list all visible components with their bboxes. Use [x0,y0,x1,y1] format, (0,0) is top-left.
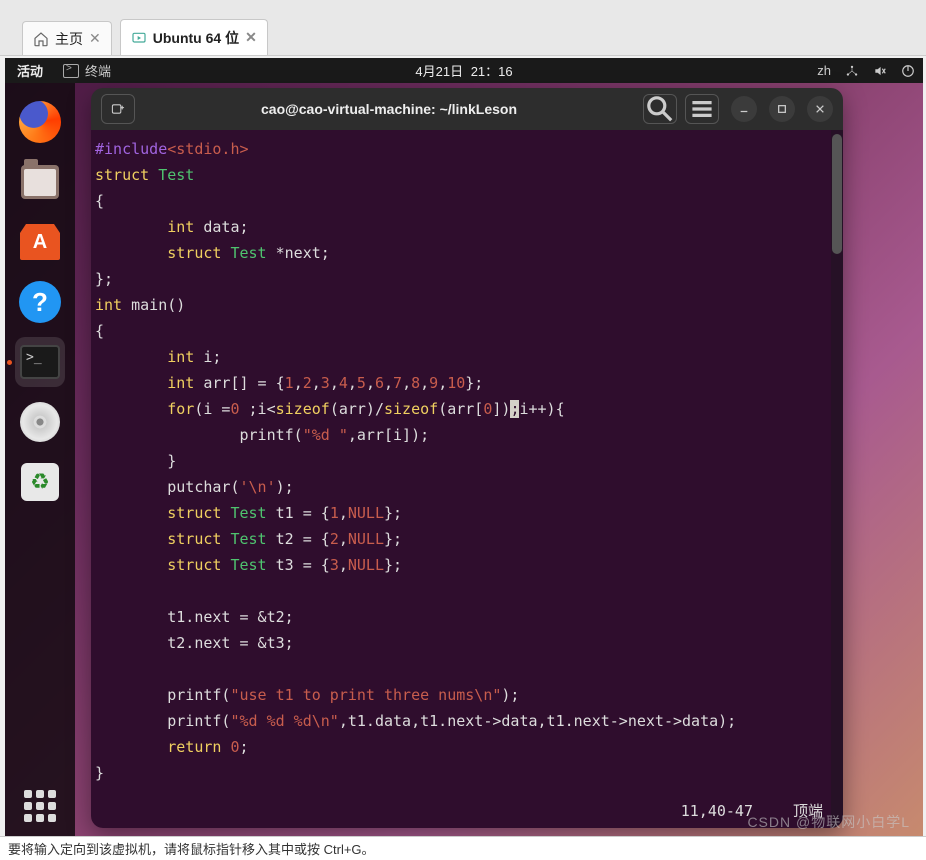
gnome-topbar: 活动 终端 4月21日 21：16 zh [5,58,923,83]
volume-icon [873,64,887,78]
vmware-hint: 要将输入定向到该虚拟机，请将鼠标指针移入其中或按 Ctrl+G。 [8,839,375,858]
vmware-statusbar: 要将输入定向到该虚拟机，请将鼠标指针移入其中或按 Ctrl+G。 [0,836,926,860]
dock-help[interactable]: ? [15,277,65,327]
new-tab-icon [111,102,125,116]
dock-disc[interactable] [15,397,65,447]
software-icon [20,224,60,260]
dock: ? [5,83,75,836]
clock[interactable]: 4月21日 21：16 [415,61,512,80]
dock-terminal[interactable] [15,337,65,387]
cursor-position: 11,40-47 [681,798,753,824]
input-language[interactable]: zh [817,63,831,78]
code-content: #include<stdio.h> struct Test { int data… [95,136,839,786]
activities-button[interactable]: 活动 [17,61,43,80]
system-tray[interactable]: zh [817,63,915,78]
vm-icon [131,30,147,46]
clock-date: 4月21日 [415,61,463,80]
close-icon[interactable]: ✕ [89,30,101,47]
show-apps-button[interactable] [20,786,60,826]
tab-vm-label: Ubuntu 64 位 [153,28,239,48]
close-icon[interactable]: ✕ [245,29,257,46]
terminal-icon [63,64,79,78]
appmenu-terminal[interactable]: 终端 [63,61,111,80]
new-tab-button[interactable] [101,94,135,124]
home-icon [33,31,49,47]
trash-icon [21,463,59,501]
dock-firefox[interactable] [15,97,65,147]
menu-button[interactable] [685,94,719,124]
ubuntu-desktop: 活动 终端 4月21日 21：16 zh ? [5,58,923,836]
hamburger-icon [686,93,718,125]
terminal-title: cao@cao-virtual-machine: ~/linkLeson [143,101,635,117]
network-icon [845,64,859,78]
close-button[interactable] [807,96,833,122]
terminal-icon [20,345,60,379]
dock-trash[interactable] [15,457,65,507]
folder-icon [21,165,59,199]
minimize-button[interactable] [731,96,757,122]
terminal-window: cao@cao-virtual-machine: ~/linkLeson #in… [91,88,843,828]
help-icon: ? [19,281,61,323]
terminal-titlebar: cao@cao-virtual-machine: ~/linkLeson [91,88,843,130]
maximize-button[interactable] [769,96,795,122]
dock-files[interactable] [15,157,65,207]
power-icon [901,64,915,78]
scrollbar-thumb[interactable] [832,134,842,254]
disc-icon [20,402,60,442]
dock-software[interactable] [15,217,65,267]
firefox-icon [19,101,61,143]
terminal-body[interactable]: #include<stdio.h> struct Test { int data… [91,130,843,828]
vmware-tab-home[interactable]: 主页 ✕ [22,21,112,55]
vmware-tab-bar: 主页 ✕ Ubuntu 64 位 ✕ [0,0,926,56]
search-button[interactable] [643,94,677,124]
appmenu-label: 终端 [85,61,111,80]
watermark: CSDN @物联网小白学L [747,812,910,832]
tab-home-label: 主页 [55,29,83,49]
clock-time: 21：16 [471,61,513,80]
vmware-tab-vm[interactable]: Ubuntu 64 位 ✕ [120,19,268,55]
search-icon [644,93,676,125]
